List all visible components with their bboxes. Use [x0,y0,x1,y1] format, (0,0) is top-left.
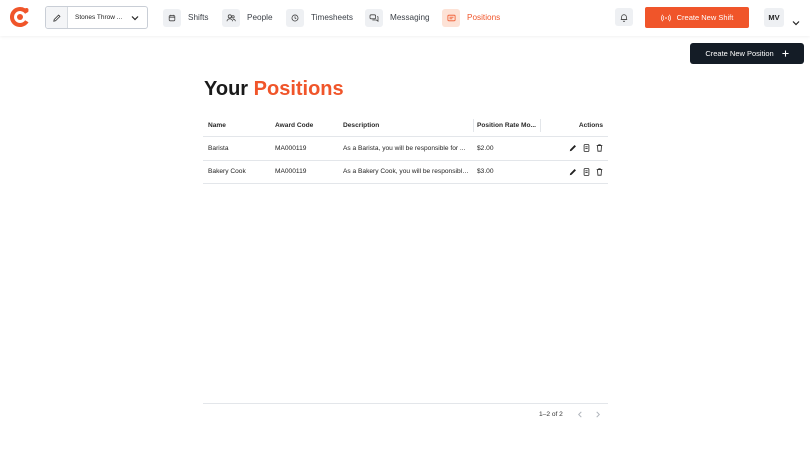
chevron-down-icon[interactable] [792,13,800,31]
broadcast-icon [660,14,671,21]
previous-page-button[interactable] [575,410,584,419]
nav-positions-label: Positions [467,13,501,22]
chevron-left-icon [577,411,582,418]
cell-name: Bakery Cook [208,168,246,176]
top-nav-bar: Stones Throw ... Shifts People Timesheet… [0,0,810,36]
column-header-rate-label: Position Rate Mo... [477,121,536,129]
cell-rate: $2.00 [477,137,539,160]
document-icon [583,167,589,176]
edit-venue-button[interactable] [46,7,68,28]
row-actions [543,137,603,160]
venue-name: Stones Throw ... [75,14,123,21]
create-position-label: Create New Position [705,49,774,58]
column-divider [540,119,541,132]
chevron-down-icon[interactable] [131,15,139,21]
create-position-button[interactable]: Create New Position [690,43,804,64]
page-title-accent: Positions [253,78,344,100]
pagination-range: 1–2 of 2 [539,411,563,418]
view-position-button[interactable] [582,144,590,153]
table-row[interactable]: Barista MA000119 As a Barista, you will … [203,137,608,161]
trash-icon [596,144,602,152]
id-card-icon [442,8,460,27]
column-header-award-code[interactable]: Award Code [275,114,335,136]
positions-table: Name Award Code Description Position Rat… [203,114,608,184]
create-shift-button[interactable]: Create New Shift [645,7,749,28]
people-icon [222,8,240,27]
nav-shifts-label: Shifts [188,13,209,22]
cell-rate: $3.00 [477,161,539,184]
venue-selector[interactable]: Stones Throw ... [45,6,148,29]
plus-icon [782,50,789,57]
cell-description-text: As a Bakery Cook, you will be responsibl… [343,168,469,176]
delete-position-button[interactable] [595,168,603,176]
next-page-button[interactable] [593,410,602,419]
column-header-name[interactable]: Name [208,114,268,136]
cell-rate-text: $3.00 [477,168,494,176]
table-footer-divider [203,403,608,404]
column-header-actions: Actions [578,121,603,129]
bell-icon [620,13,628,22]
cell-rate-text: $2.00 [477,144,494,152]
app-logo[interactable] [9,6,30,28]
table-row[interactable]: Bakery Cook MA000119 As a Bakery Cook, y… [203,161,608,184]
delete-position-button[interactable] [595,144,603,152]
page-title-plain: Your [204,78,249,100]
edit-position-button[interactable] [569,144,577,152]
table-header-row: Name Award Code Description Position Rat… [203,114,608,137]
calendar-icon [163,8,181,27]
nav-people-label: People [247,13,273,22]
chevron-right-icon [595,411,600,418]
view-position-button[interactable] [582,167,590,176]
nav-shifts[interactable]: Shifts [163,8,208,27]
edit-position-button[interactable] [569,168,577,176]
create-shift-label: Create New Shift [676,13,734,22]
column-header-description[interactable]: Description [343,114,469,136]
document-icon [583,144,589,153]
nav-messaging-label: Messaging [390,13,430,22]
cell-description-text: As a Barista, you will be responsible fo… [343,144,466,152]
trash-icon [596,168,602,176]
column-divider [473,119,474,132]
cell-award-code: MA000119 [275,168,307,176]
clock-icon [286,8,304,27]
cell-description: As a Barista, you will be responsible fo… [343,137,469,160]
page-title: Your Positions [204,78,344,101]
nav-messaging[interactable]: Messaging [365,8,430,27]
nav-people[interactable]: People [222,8,273,27]
row-actions [543,161,603,184]
chat-icon [365,8,383,27]
cell-award-code: MA000119 [275,144,307,152]
pencil-icon [569,145,576,152]
notifications-button[interactable] [615,8,633,26]
pencil-icon [569,168,576,175]
nav-timesheets[interactable]: Timesheets [286,8,353,27]
column-header-rate[interactable]: Position Rate Mo... [477,114,539,136]
cell-name: Barista [208,144,229,152]
pencil-icon [52,13,61,22]
cell-description: As a Bakery Cook, you will be responsibl… [343,161,469,184]
nav-positions[interactable]: Positions [442,8,500,27]
nav-timesheets-label: Timesheets [311,13,354,22]
user-avatar[interactable]: MV [764,8,784,27]
